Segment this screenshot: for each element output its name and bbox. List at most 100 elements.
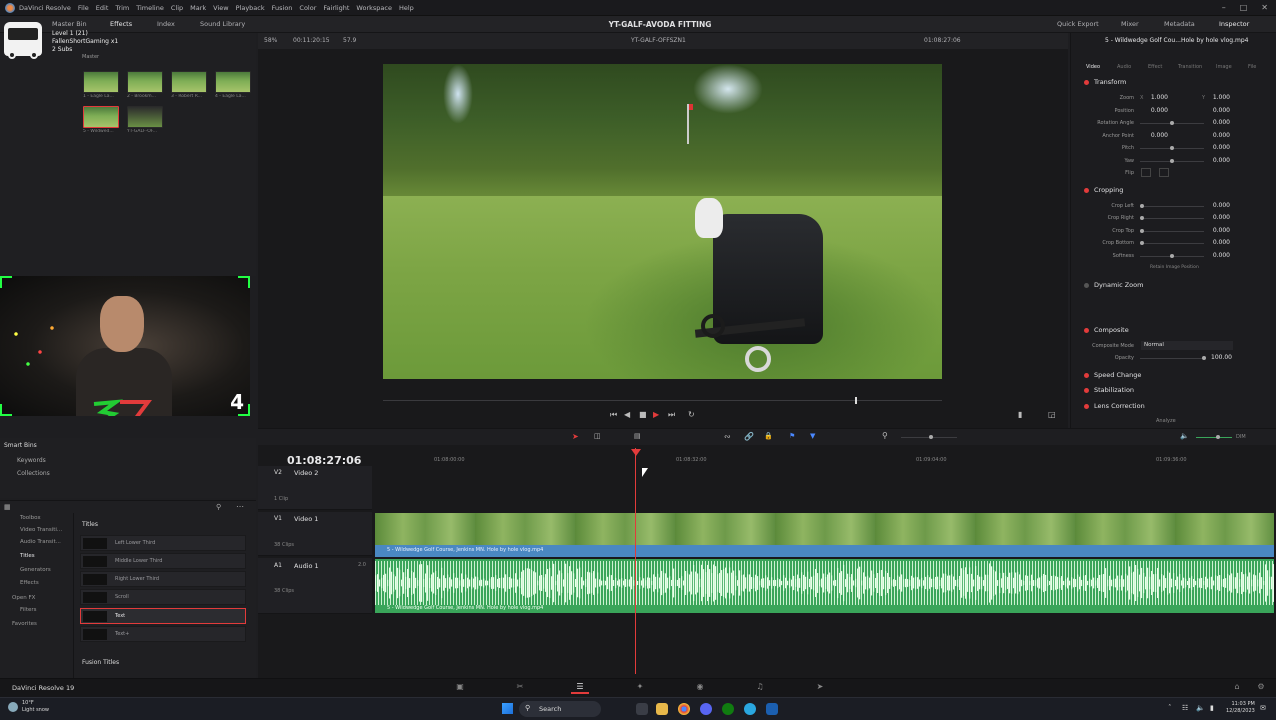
marker-icon[interactable]: ▼ (810, 432, 815, 440)
taskbar-search[interactable]: ⚲ Search (519, 701, 601, 717)
menu-view[interactable]: View (213, 4, 228, 12)
menu-mark[interactable]: Mark (190, 4, 206, 12)
transform-section[interactable]: Transform (1084, 78, 1254, 90)
bin-keywords[interactable]: Keywords (17, 457, 46, 464)
effects-button[interactable]: Effects (110, 20, 132, 28)
timeline-thumbnail[interactable] (127, 106, 163, 128)
panel-toggle-icon[interactable]: ▦ (4, 503, 11, 511)
tree-toolbox[interactable]: Toolbox (20, 515, 41, 521)
title-text-plus[interactable]: Text+ (80, 626, 246, 642)
notifications-icon[interactable]: ✉ (1260, 704, 1266, 712)
xbox-icon[interactable] (722, 703, 734, 715)
tree-effects[interactable]: Effects (20, 580, 39, 586)
zoom-y-value[interactable]: 1.000 (1200, 94, 1230, 101)
track-header-v2[interactable]: V2 Video 2 1 Clip (258, 466, 372, 510)
timeline-zoom-slider[interactable] (901, 435, 957, 439)
position-x-value[interactable]: 0.000 (1138, 107, 1168, 114)
trim-tool-icon[interactable]: ◫ (594, 432, 601, 440)
tray-chevron-icon[interactable]: ˆ (1168, 704, 1172, 712)
menu-file[interactable]: File (78, 4, 89, 12)
menu-trim[interactable]: Trim (115, 4, 129, 12)
track-header-a1[interactable]: A1 Audio 1 2.0 38 Clips (258, 558, 372, 614)
title-right-lower-third[interactable]: Right Lower Third (80, 571, 246, 587)
clip-thumbnail[interactable] (83, 71, 119, 93)
close-icon[interactable]: ✕ (1261, 3, 1268, 12)
flip-horizontal-icon[interactable] (1141, 168, 1151, 177)
dynamic-zoom-section[interactable]: Dynamic Zoom (1084, 281, 1254, 293)
viewer-scrubber[interactable] (383, 397, 942, 404)
deliver-page-icon[interactable]: ➤ (811, 682, 829, 694)
master-volume-slider[interactable] (1196, 435, 1232, 439)
flip-vertical-icon[interactable] (1159, 168, 1169, 177)
maximize-icon[interactable]: □ (1240, 3, 1248, 12)
video-clip[interactable]: 5 - Wildwedge Golf Course, Jenkins MN. H… (375, 513, 1274, 557)
menu-fairlight[interactable]: Fairlight (323, 4, 349, 12)
menu-fusion[interactable]: Fusion (272, 4, 293, 12)
edge-icon[interactable] (744, 703, 756, 715)
snapping-icon[interactable]: ∾ (724, 432, 731, 441)
speed-change-section[interactable]: Speed Change (1084, 371, 1254, 383)
fusion-page-icon[interactable]: ✦ (631, 682, 649, 694)
fullscreen-icon[interactable]: ◲ (1048, 410, 1056, 419)
zoom-x-value[interactable]: 1.000 (1138, 94, 1168, 101)
yaw-value[interactable]: 0.000 (1200, 157, 1230, 164)
inspector-button[interactable]: Inspector (1219, 20, 1249, 28)
softness-slider[interactable] (1140, 254, 1204, 258)
battery-icon[interactable]: ▮ (1210, 704, 1214, 712)
inspector-tab-video[interactable]: Video (1086, 64, 1100, 70)
go-to-end-icon[interactable]: ⏭ (668, 410, 675, 420)
title-text-selected[interactable]: Text (80, 608, 246, 624)
discord-icon[interactable] (700, 703, 712, 715)
audio-clip[interactable]: 5 - Wildwedge Golf Course, Jenkins MN. H… (375, 559, 1274, 613)
clip-thumbnail[interactable] (215, 71, 251, 93)
playhead-handle[interactable] (631, 449, 641, 456)
flag-icon[interactable]: ⚑ (789, 432, 795, 440)
crop-top-slider[interactable] (1140, 229, 1204, 233)
pitch-slider[interactable] (1140, 146, 1204, 150)
lock-icon[interactable]: 🔒 (764, 432, 773, 440)
title-middle-lower-third[interactable]: Middle Lower Third (80, 553, 246, 569)
menu-playback[interactable]: Playback (236, 4, 265, 12)
rotation-slider[interactable] (1140, 121, 1204, 125)
analyze-button[interactable]: Analyze (1156, 418, 1176, 424)
crop-top-value[interactable]: 0.000 (1200, 227, 1230, 234)
file-explorer-icon[interactable] (656, 703, 668, 715)
home-icon[interactable]: ⌂ (1228, 682, 1246, 694)
inspector-tab-file[interactable]: File (1248, 64, 1256, 70)
chrome-icon[interactable] (678, 703, 690, 715)
go-to-start-icon[interactable]: ⏮ (610, 410, 617, 420)
yaw-slider[interactable] (1140, 159, 1204, 163)
crop-left-value[interactable]: 0.000 (1200, 202, 1230, 209)
crop-right-value[interactable]: 0.000 (1200, 214, 1230, 221)
link-icon[interactable]: 🔗 (744, 432, 754, 441)
inspector-tab-image[interactable]: Image (1216, 64, 1232, 70)
menu-help[interactable]: Help (399, 4, 414, 12)
composite-section[interactable]: Composite (1084, 326, 1254, 338)
position-y-value[interactable]: 0.000 (1200, 107, 1230, 114)
clip-thumbnail-selected[interactable] (83, 106, 119, 128)
tree-titles[interactable]: Titles (20, 553, 35, 559)
settings-icon[interactable]: ⚙ (1252, 682, 1270, 694)
weather-icon[interactable] (8, 702, 18, 712)
match-frame-icon[interactable]: ▮ (1018, 410, 1022, 419)
title-scroll[interactable]: Scroll (80, 589, 246, 605)
composite-mode-select[interactable]: Normal (1141, 341, 1233, 350)
title-left-lower-third[interactable]: Left Lower Third (80, 535, 246, 551)
opacity-value[interactable]: 100.00 (1202, 354, 1232, 361)
crop-left-slider[interactable] (1140, 204, 1204, 208)
network-icon[interactable]: ☷ (1182, 704, 1188, 712)
selection-tool-icon[interactable]: ➤ (572, 432, 579, 441)
fusion-titles-header[interactable]: Fusion Titles (82, 659, 119, 666)
menu-app[interactable]: DaVinci Resolve (19, 4, 71, 12)
resolve-taskbar-icon[interactable] (766, 703, 778, 715)
zoom-icon[interactable]: ⚲ (882, 431, 888, 440)
scrubber-handle[interactable] (855, 397, 857, 404)
inspector-tab-transition[interactable]: Transition (1178, 64, 1202, 70)
crop-bottom-value[interactable]: 0.000 (1200, 239, 1230, 246)
blade-tool-icon[interactable]: ▤ (634, 432, 641, 440)
tree-audio-transitions[interactable]: Audio Transit... (20, 539, 61, 545)
crop-right-slider[interactable] (1140, 216, 1204, 220)
video-frame[interactable] (383, 64, 942, 379)
weather-widget[interactable]: 10°F Light snow (22, 700, 49, 714)
menu-color[interactable]: Color (299, 4, 316, 12)
